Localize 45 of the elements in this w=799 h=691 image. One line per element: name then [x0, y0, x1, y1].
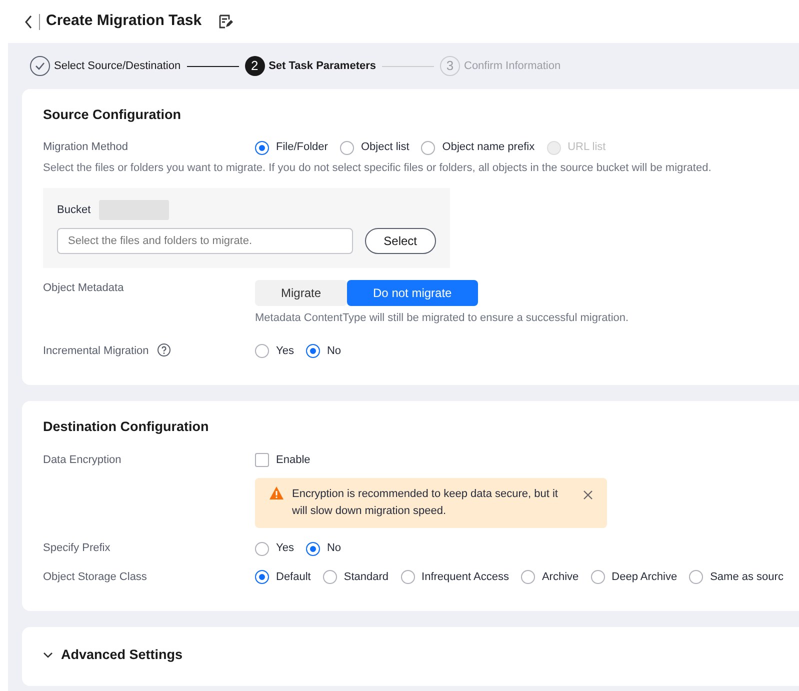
section-title: Advanced Settings	[61, 646, 183, 664]
hint-text: Select the files or folders you want to migrate. If you do not select specific files or folders, all objects in the source bucket will be migrated.	[43, 160, 712, 176]
page-title: Create Migration Task	[46, 11, 202, 32]
select-button[interactable]: Select	[364, 228, 436, 254]
help-icon[interactable]	[156, 342, 171, 357]
step-check-icon	[30, 56, 50, 76]
edit-note-icon[interactable]	[218, 14, 233, 29]
radio-option[interactable]: Deep Archive	[590, 568, 678, 586]
radio-option: URL list	[546, 139, 606, 156]
step-number: 3	[440, 56, 460, 76]
close-icon[interactable]	[583, 490, 593, 500]
chevron-icon[interactable]	[43, 652, 53, 658]
step-label: Select Source/Destination	[54, 58, 181, 74]
field-label: Object Storage Class	[43, 570, 147, 585]
segment-option[interactable]: Migrate	[255, 280, 348, 306]
step-number: 2	[244, 56, 265, 76]
select-field[interactable]: Select the files and folders to migrate.	[57, 228, 353, 254]
field-label: Data Encryption	[43, 452, 122, 468]
radio-option[interactable]: No	[306, 540, 342, 557]
warning-icon	[269, 486, 284, 500]
field-note: Metadata ContentType will still be migrated to ensure a successful migration.	[255, 311, 630, 326]
radio-option[interactable]: Infrequent Access	[400, 568, 509, 586]
field-label: Incremental Migration	[43, 344, 149, 359]
radio-option[interactable]: Archive	[520, 568, 579, 586]
alert-message: Encryption is recommended to keep data secure, but it will slow down migration speed.	[292, 487, 559, 520]
step-label: Set Task Parameters	[268, 58, 376, 74]
radio-option[interactable]: Object name prefix	[421, 139, 535, 156]
radio-option[interactable]: Yes	[255, 342, 294, 360]
radio-option[interactable]: Yes	[255, 540, 294, 557]
field-label: Bucket	[57, 203, 91, 218]
field-label: Specify Prefix	[43, 541, 110, 556]
radio-option[interactable]: Object list	[340, 139, 410, 156]
section-title: Source Configuration	[43, 106, 182, 124]
radio-option[interactable]: Standard	[322, 568, 389, 586]
radio-option[interactable]: File/Folder	[255, 139, 328, 156]
radio-option[interactable]: No	[306, 342, 342, 360]
segment-option[interactable]: Do not migrate	[347, 280, 478, 306]
back-icon[interactable]	[24, 14, 33, 28]
radio-option[interactable]: Same as sourc	[689, 568, 784, 586]
section-title: Destination Configuration	[43, 418, 210, 436]
field-label: Object Metadata	[43, 281, 124, 296]
field-label: Migration Method	[43, 140, 128, 156]
step-label: Confirm Information	[464, 58, 561, 74]
checkbox-option[interactable]: Enable	[255, 452, 310, 468]
radio-option[interactable]: Default	[255, 568, 311, 586]
